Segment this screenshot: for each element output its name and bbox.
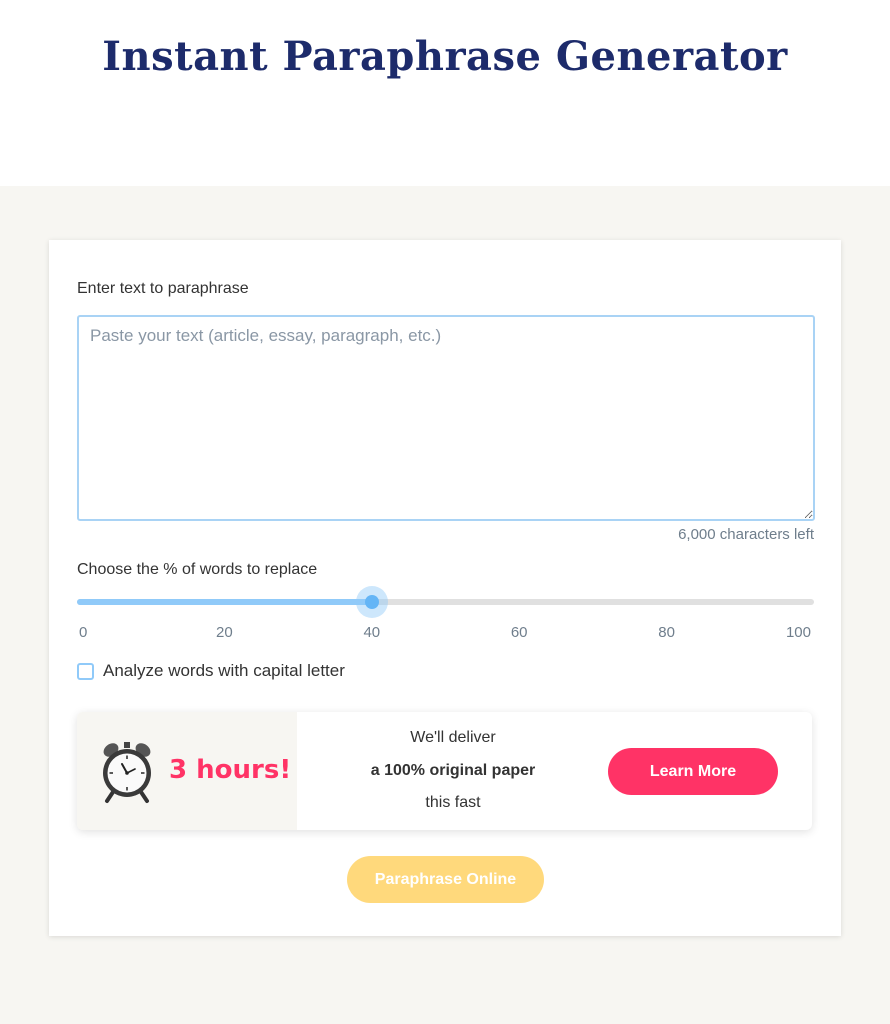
capital-letter-checkbox[interactable] — [77, 662, 94, 680]
slider-tick-40: 40 — [363, 624, 381, 641]
slider-tick-20: 20 — [216, 624, 233, 641]
slider-fill — [77, 599, 372, 605]
promo-line-2: a 100% original paper — [370, 762, 536, 779]
paraphrase-card: Enter text to paraphrase 6,000 character… — [49, 240, 841, 936]
characters-left-counter: 6,000 characters left — [678, 526, 814, 543]
promo-line-1: We'll deliver — [410, 729, 496, 746]
text-input[interactable] — [77, 315, 815, 521]
alarm-clock-icon — [103, 742, 151, 803]
slider-thumb[interactable] — [364, 595, 379, 609]
promo-line-3: this fast — [425, 794, 481, 811]
slider-label: Choose the % of words to replace — [77, 561, 318, 578]
main-section: Enter text to paraphrase 6,000 character… — [0, 186, 890, 1024]
promo-left-panel: 3 hours! — [77, 712, 297, 830]
promo-message: We'll deliver a 100% original paper this… — [297, 712, 609, 830]
slider-tick-100: 100 — [785, 624, 811, 641]
learn-more-button[interactable]: Learn More — [608, 748, 778, 795]
capital-letter-checkbox-label[interactable]: Analyze words with capital letter — [103, 661, 345, 681]
replace-percent-slider[interactable] — [77, 586, 814, 618]
delivery-time: 3 hours! — [169, 755, 292, 785]
slider-tick-60: 60 — [510, 624, 528, 641]
page-header: Instant Paraphrase Generator — [0, 0, 890, 186]
slider-tick-80: 80 — [658, 624, 675, 641]
slider-tick-0: 0 — [79, 624, 88, 641]
text-input-label: Enter text to paraphrase — [77, 280, 249, 297]
slider-tick-labels: 0 20 40 60 80 100 — [77, 624, 814, 644]
paraphrase-online-button[interactable]: Paraphrase Online — [347, 856, 544, 903]
page-title: Instant Paraphrase Generator — [102, 33, 788, 80]
delivery-promo-banner: 3 hours! We'll deliver a 100% original p… — [77, 712, 812, 830]
capital-letter-option[interactable]: Analyze words with capital letter — [77, 661, 345, 681]
